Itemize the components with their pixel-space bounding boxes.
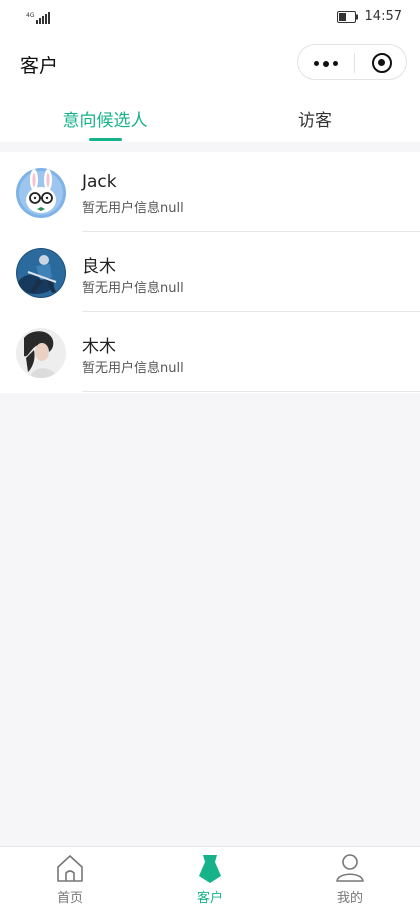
bunny-avatar-icon [16, 168, 66, 218]
avatar [16, 248, 66, 298]
customer-icon [199, 855, 221, 883]
active-tab-indicator [89, 138, 122, 141]
list-item[interactable]: 良木 暂无用户信息null [0, 232, 420, 312]
customer-list: Jack 暂无用户信息null 良木 暂无用户信息null 木木 暂无用户信息n… [0, 152, 420, 393]
tab-bar-top: 意向候选人 访客 [0, 92, 420, 142]
customer-info: 暂无用户信息null [82, 281, 184, 296]
more-icon[interactable] [314, 60, 338, 67]
list-item[interactable]: Jack 暂无用户信息null [0, 152, 420, 232]
avatar [16, 328, 66, 378]
mini-program-capsule [297, 44, 407, 80]
tab-candidates[interactable]: 意向候选人 [0, 106, 210, 131]
nav-bar: 客户 [0, 36, 420, 92]
woman-portrait-avatar-icon [16, 328, 66, 378]
page-title: 客户 [20, 55, 59, 77]
customer-name: 木木 [82, 337, 116, 357]
tab-visitors[interactable]: 访客 [210, 106, 420, 131]
hockey-player-avatar-icon [16, 248, 66, 298]
capsule-divider [354, 53, 355, 73]
battery-icon [336, 10, 358, 23]
signal-icon: 4G [26, 12, 50, 24]
tabbar-item-customer[interactable]: 客户 [140, 847, 280, 911]
list-item[interactable]: 木木 暂无用户信息null [0, 312, 420, 392]
profile-icon [336, 854, 364, 882]
customer-info: 暂无用户信息null [82, 361, 184, 376]
avatar [16, 168, 66, 218]
tabbar-label-customer: 客户 [196, 891, 223, 906]
divider [82, 391, 420, 392]
clock: 14:57 [364, 9, 402, 24]
customer-name: Jack [82, 172, 117, 192]
status-bar: 4G 14:57 [0, 0, 420, 36]
signal-indicator: 4G [26, 10, 52, 29]
bottom-tab-bar: 首页 客户 我的 [0, 846, 420, 911]
tabbar-item-home[interactable]: 首页 [0, 847, 140, 911]
customer-info: 暂无用户信息null [82, 201, 184, 216]
home-icon [57, 855, 83, 882]
customer-name: 良木 [82, 257, 116, 277]
tabbar-item-profile[interactable]: 我的 [280, 847, 420, 911]
network-type: 4G [26, 12, 35, 19]
close-miniprogram-icon[interactable] [372, 53, 392, 73]
tabbar-label-home: 首页 [56, 891, 83, 906]
tabbar-label-profile: 我的 [336, 891, 363, 906]
